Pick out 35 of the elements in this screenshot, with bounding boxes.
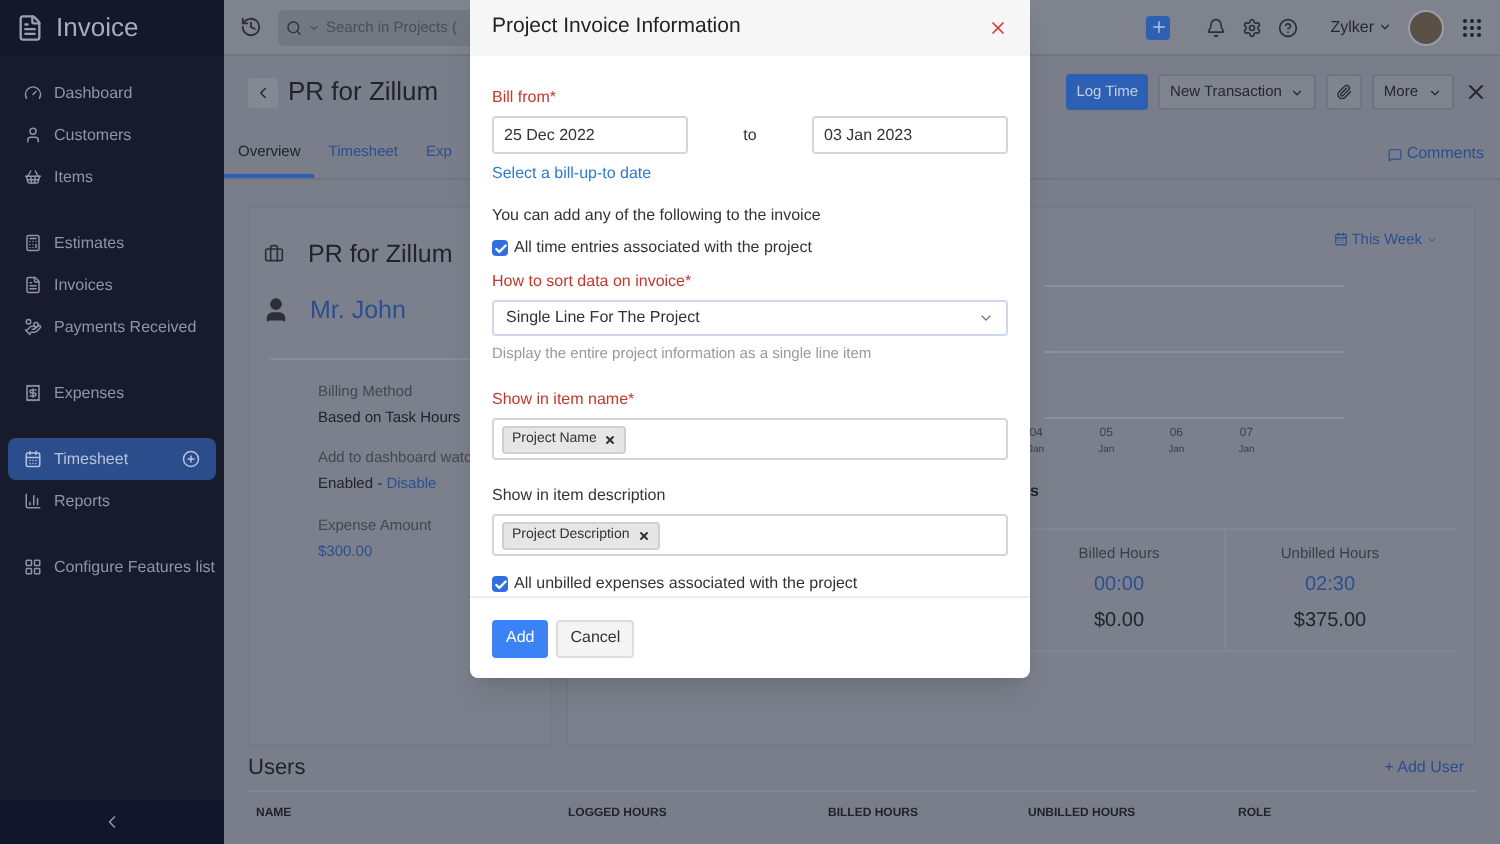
sidebar-item[interactable]: Timesheet: [8, 438, 216, 480]
date-field[interactable]: 03 Jan 2023: [812, 116, 1008, 155]
sidebar-item[interactable]: Items: [8, 156, 216, 198]
stat-hours: 00:00: [1093, 572, 1145, 601]
dialog-title: Project Invoice Information: [492, 12, 741, 43]
bill-up-to-link[interactable]: Select a bill-up-to date: [492, 162, 652, 187]
checkbox-label: All unbilled expenses associated with the project: [514, 572, 858, 597]
date-field[interactable]: 25 Dec 2022: [492, 116, 688, 155]
sidebar-item[interactable]: Dashboard: [8, 72, 216, 114]
sidebar-item[interactable]: Customers: [8, 114, 216, 156]
field-label: Bill from*: [492, 86, 559, 111]
section-heading: s: [1030, 479, 1041, 504]
sidebar-item[interactable]: Estimates: [8, 222, 216, 264]
stat-hours: 02:30: [1304, 572, 1356, 601]
field-label: Show in item name*: [492, 388, 637, 413]
sidebar-item[interactable]: Invoices: [8, 264, 216, 306]
stat-amount: $375.00: [1293, 608, 1367, 637]
checkbox-label: All time entries associated with the project: [514, 236, 812, 261]
stat-amount: $0.00: [1093, 608, 1145, 637]
page-title: PR for Zillum: [288, 74, 439, 111]
add-button[interactable]: Add: [492, 619, 549, 658]
range-separator: to: [741, 123, 759, 148]
app-name: Invoice: [56, 10, 139, 47]
cancel-button[interactable]: Cancel: [556, 619, 635, 658]
intro-text: You can add any of the following to the invoice: [492, 204, 823, 229]
field-label: How to sort data on invoice*: [492, 270, 694, 295]
sidebar-item[interactable]: Payments Received: [8, 306, 216, 348]
project-name: PR for Zillum: [308, 238, 453, 272]
sidebar-item[interactable]: Expenses: [8, 372, 216, 414]
sort-dropdown[interactable]: Single Line For The Project: [492, 300, 1008, 337]
section-title: Users: [248, 753, 306, 784]
sidebar-item[interactable]: Configure Features list: [8, 546, 216, 588]
org-switcher[interactable]: Zylker: [1330, 15, 1392, 39]
field-label: Show in item description: [492, 484, 668, 509]
sidebar-item[interactable]: Reports: [8, 480, 216, 522]
